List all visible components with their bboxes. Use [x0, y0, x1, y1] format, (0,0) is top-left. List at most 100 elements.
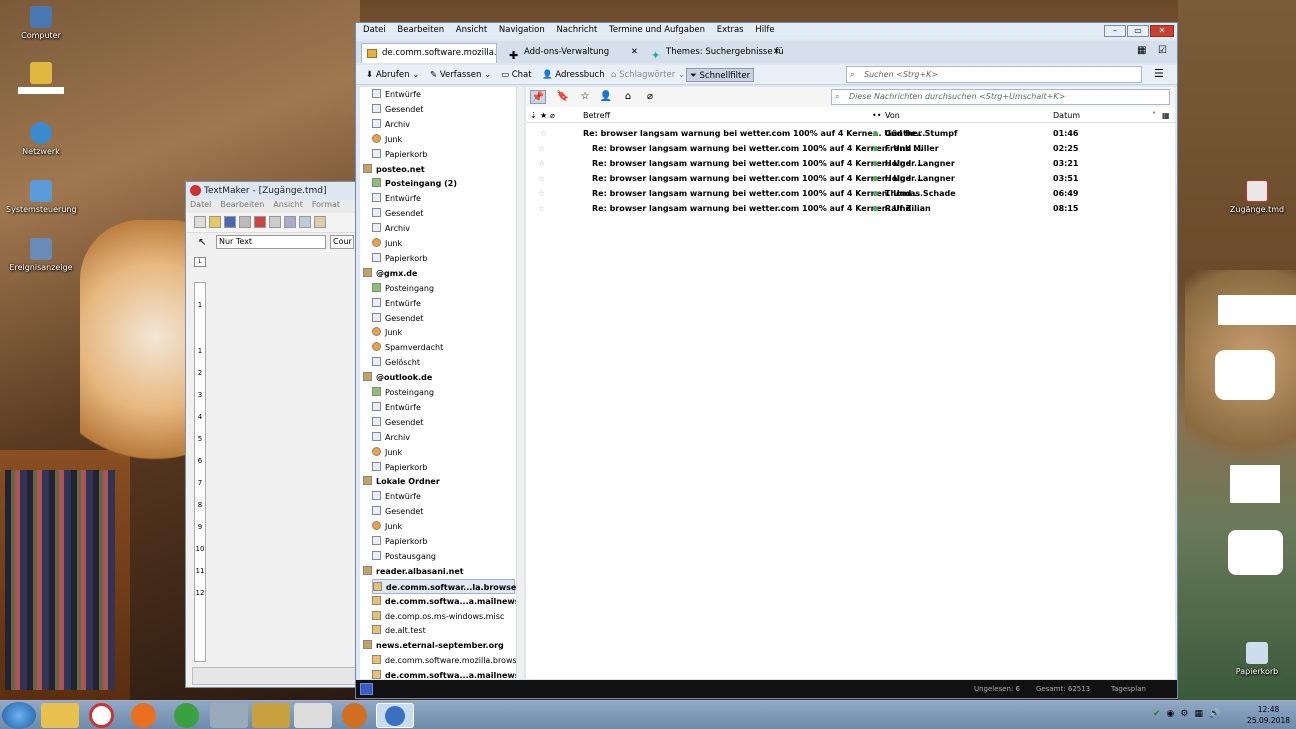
folder-item[interactable]: de.comm.softwar...la.browser (6): [372, 578, 520, 594]
today-pane-toggle[interactable]: Tagesplan: [1111, 680, 1146, 698]
adressbuch-button[interactable]: 👤 Adressbuch: [542, 68, 605, 82]
ruler-tab-icon[interactable]: L: [194, 257, 206, 267]
menu-bearbeiten[interactable]: Bearbeiten: [397, 25, 444, 35]
app-taskbar-icon[interactable]: [131, 703, 156, 728]
read-status-icon[interactable]: [873, 146, 878, 151]
folder-item[interactable]: Posteingang: [372, 385, 515, 400]
account-row[interactable]: posteo.net: [363, 162, 515, 177]
folder-item[interactable]: Archiv: [372, 221, 515, 236]
network-tray-icon[interactable]: ▦: [1194, 709, 1203, 719]
desktop-icon-papierkorb[interactable]: Papierkorb: [1222, 642, 1292, 676]
account-row[interactable]: @outlook.de: [363, 370, 515, 385]
minimize-button[interactable]: –: [1104, 25, 1126, 37]
star-column-icon[interactable]: ★: [540, 109, 547, 123]
desktop-icon-netzwerk[interactable]: Netzwerk: [6, 122, 76, 156]
cut-icon[interactable]: [284, 216, 296, 228]
folder-item[interactable]: Gesendet: [372, 504, 515, 519]
folder-item[interactable]: Junk: [372, 325, 515, 340]
message-row[interactable]: ☆ Re: browser langsam warnung bei wetter.…: [526, 201, 1175, 216]
menu-nachricht[interactable]: Nachricht: [556, 25, 597, 35]
folder-item[interactable]: Posteingang (2): [372, 176, 515, 191]
menu-navigation[interactable]: Navigation: [499, 25, 545, 35]
menu-icon[interactable]: ☰: [1154, 67, 1164, 80]
folder-item[interactable]: Gelöscht: [372, 355, 515, 370]
tab-themes[interactable]: ✦ Themes: Suchergebnisse für ✕: [646, 43, 784, 63]
abrufen-button[interactable]: ⬇ Abrufen ⌄: [366, 68, 419, 82]
pdf-icon[interactable]: [254, 216, 266, 228]
calendar-icon[interactable]: ▦: [1137, 45, 1146, 56]
folder-item[interactable]: Gesendet: [372, 102, 515, 117]
tasks-icon[interactable]: ☑: [1158, 45, 1167, 56]
attachment-column-icon[interactable]: ⌀: [550, 109, 555, 123]
tm-menu-ansicht[interactable]: Ansicht: [273, 200, 303, 209]
new-document-icon[interactable]: [194, 216, 206, 228]
folder-item[interactable]: Gesendet: [372, 206, 515, 221]
folder-item[interactable]: Spamverdacht: [372, 340, 515, 355]
tray-icon[interactable]: ⚙: [1180, 709, 1188, 719]
folder-item[interactable]: Gesendet: [372, 415, 515, 430]
font-select[interactable]: Cour: [330, 235, 354, 249]
tm-menu-datei[interactable]: Datei: [190, 200, 211, 209]
thunderbird-window[interactable]: Datei Bearbeiten Ansicht Navigation Nach…: [355, 22, 1178, 699]
folder-item[interactable]: Archiv: [372, 430, 515, 445]
explorer-taskbar-icon[interactable]: [41, 703, 79, 728]
close-tab-icon[interactable]: ✕: [631, 43, 638, 62]
menu-termine[interactable]: Termine und Aufgaben: [609, 25, 705, 35]
folder-item[interactable]: Papierkorb: [372, 460, 515, 475]
verfassen-button[interactable]: ✎ Verfassen ⌄: [430, 68, 491, 82]
desktop-icon-ereignisanzeige[interactable]: Ereignisanzeige: [6, 238, 76, 272]
textmaker-window[interactable]: TextMaker - [Zugänge.tmd] Datei Bearbeite…: [185, 181, 360, 688]
folder-item[interactable]: Gesendet: [372, 311, 515, 326]
thunderbird-taskbar-icon[interactable]: [376, 703, 414, 728]
chevron-down-icon[interactable]: ⌄: [484, 70, 491, 80]
tray-icon[interactable]: ◉: [1167, 709, 1175, 719]
menu-datei[interactable]: Datei: [363, 25, 386, 35]
read-status-icon[interactable]: [873, 206, 878, 211]
account-row[interactable]: reader.albasani.net: [363, 564, 515, 579]
print-icon[interactable]: [239, 216, 251, 228]
read-status-icon[interactable]: [873, 131, 878, 136]
contact-filter-icon[interactable]: 👤: [598, 90, 614, 104]
save-icon[interactable]: [224, 216, 236, 228]
menu-extras[interactable]: Extras: [717, 25, 744, 35]
desktop-icon-user-folder[interactable]: [6, 62, 76, 94]
star-icon[interactable]: ☆: [538, 171, 545, 186]
folder-item[interactable]: Entwürfe: [372, 296, 515, 311]
desktop-icon-computer[interactable]: Computer: [6, 6, 76, 40]
clock[interactable]: 12:48 25.09.2018: [1247, 704, 1290, 726]
offline-status-icon[interactable]: [360, 683, 373, 695]
start-button[interactable]: [2, 702, 36, 729]
message-row[interactable]: ☆ Re: browser langsam warnung bei wetter.…: [526, 126, 1175, 141]
keep-filter-icon[interactable]: 📌: [530, 90, 546, 104]
folder-item[interactable]: de.comm.software.mozilla.browser: [372, 653, 520, 668]
read-status-icon[interactable]: [873, 176, 878, 181]
sync-taskbar-icon[interactable]: [174, 703, 199, 728]
paste-icon[interactable]: [314, 216, 326, 228]
star-icon[interactable]: ☆: [538, 141, 545, 156]
message-row[interactable]: ☆ Re: browser langsam warnung bei wetter.…: [526, 156, 1175, 171]
close-button[interactable]: ✕: [1150, 25, 1174, 37]
column-picker-icon[interactable]: ▦: [1162, 109, 1170, 123]
folder-item[interactable]: de.comm.softwa...a.mailnews (1): [372, 668, 520, 679]
account-row[interactable]: @gmx.de: [363, 266, 515, 281]
volume-icon[interactable]: 🔊: [1209, 709, 1220, 719]
folder-item[interactable]: Junk: [372, 445, 515, 460]
folder-item[interactable]: de.comm.softwa...a.mailnews (1): [372, 594, 520, 609]
preview-icon[interactable]: [269, 216, 281, 228]
textmaker-taskbar-icon[interactable]: [89, 703, 114, 728]
desktop-icon-systemsteuerung[interactable]: Systemsteuerung: [6, 180, 77, 214]
folder-item[interactable]: Junk: [372, 236, 515, 251]
folder-item[interactable]: Papierkorb: [372, 534, 515, 549]
unread-filter-icon[interactable]: 🔖: [555, 90, 571, 104]
column-betreff[interactable]: Betreff: [583, 109, 610, 123]
desktop-icon-zugaenge[interactable]: Zugänge.tmd: [1222, 180, 1292, 214]
message-row[interactable]: ☆ Re: browser langsam warnung bei wetter.…: [526, 141, 1175, 156]
app2-taskbar-icon[interactable]: [210, 703, 248, 728]
open-icon[interactable]: [209, 216, 221, 228]
attachment-filter-icon[interactable]: ⌀: [642, 90, 658, 104]
star-icon[interactable]: ☆: [538, 156, 545, 171]
column-datum[interactable]: Datum: [1053, 109, 1080, 123]
menu-ansicht[interactable]: Ansicht: [456, 25, 487, 35]
account-row[interactable]: news.eternal-september.org: [363, 638, 515, 653]
game2-taskbar-icon[interactable]: [342, 703, 367, 728]
